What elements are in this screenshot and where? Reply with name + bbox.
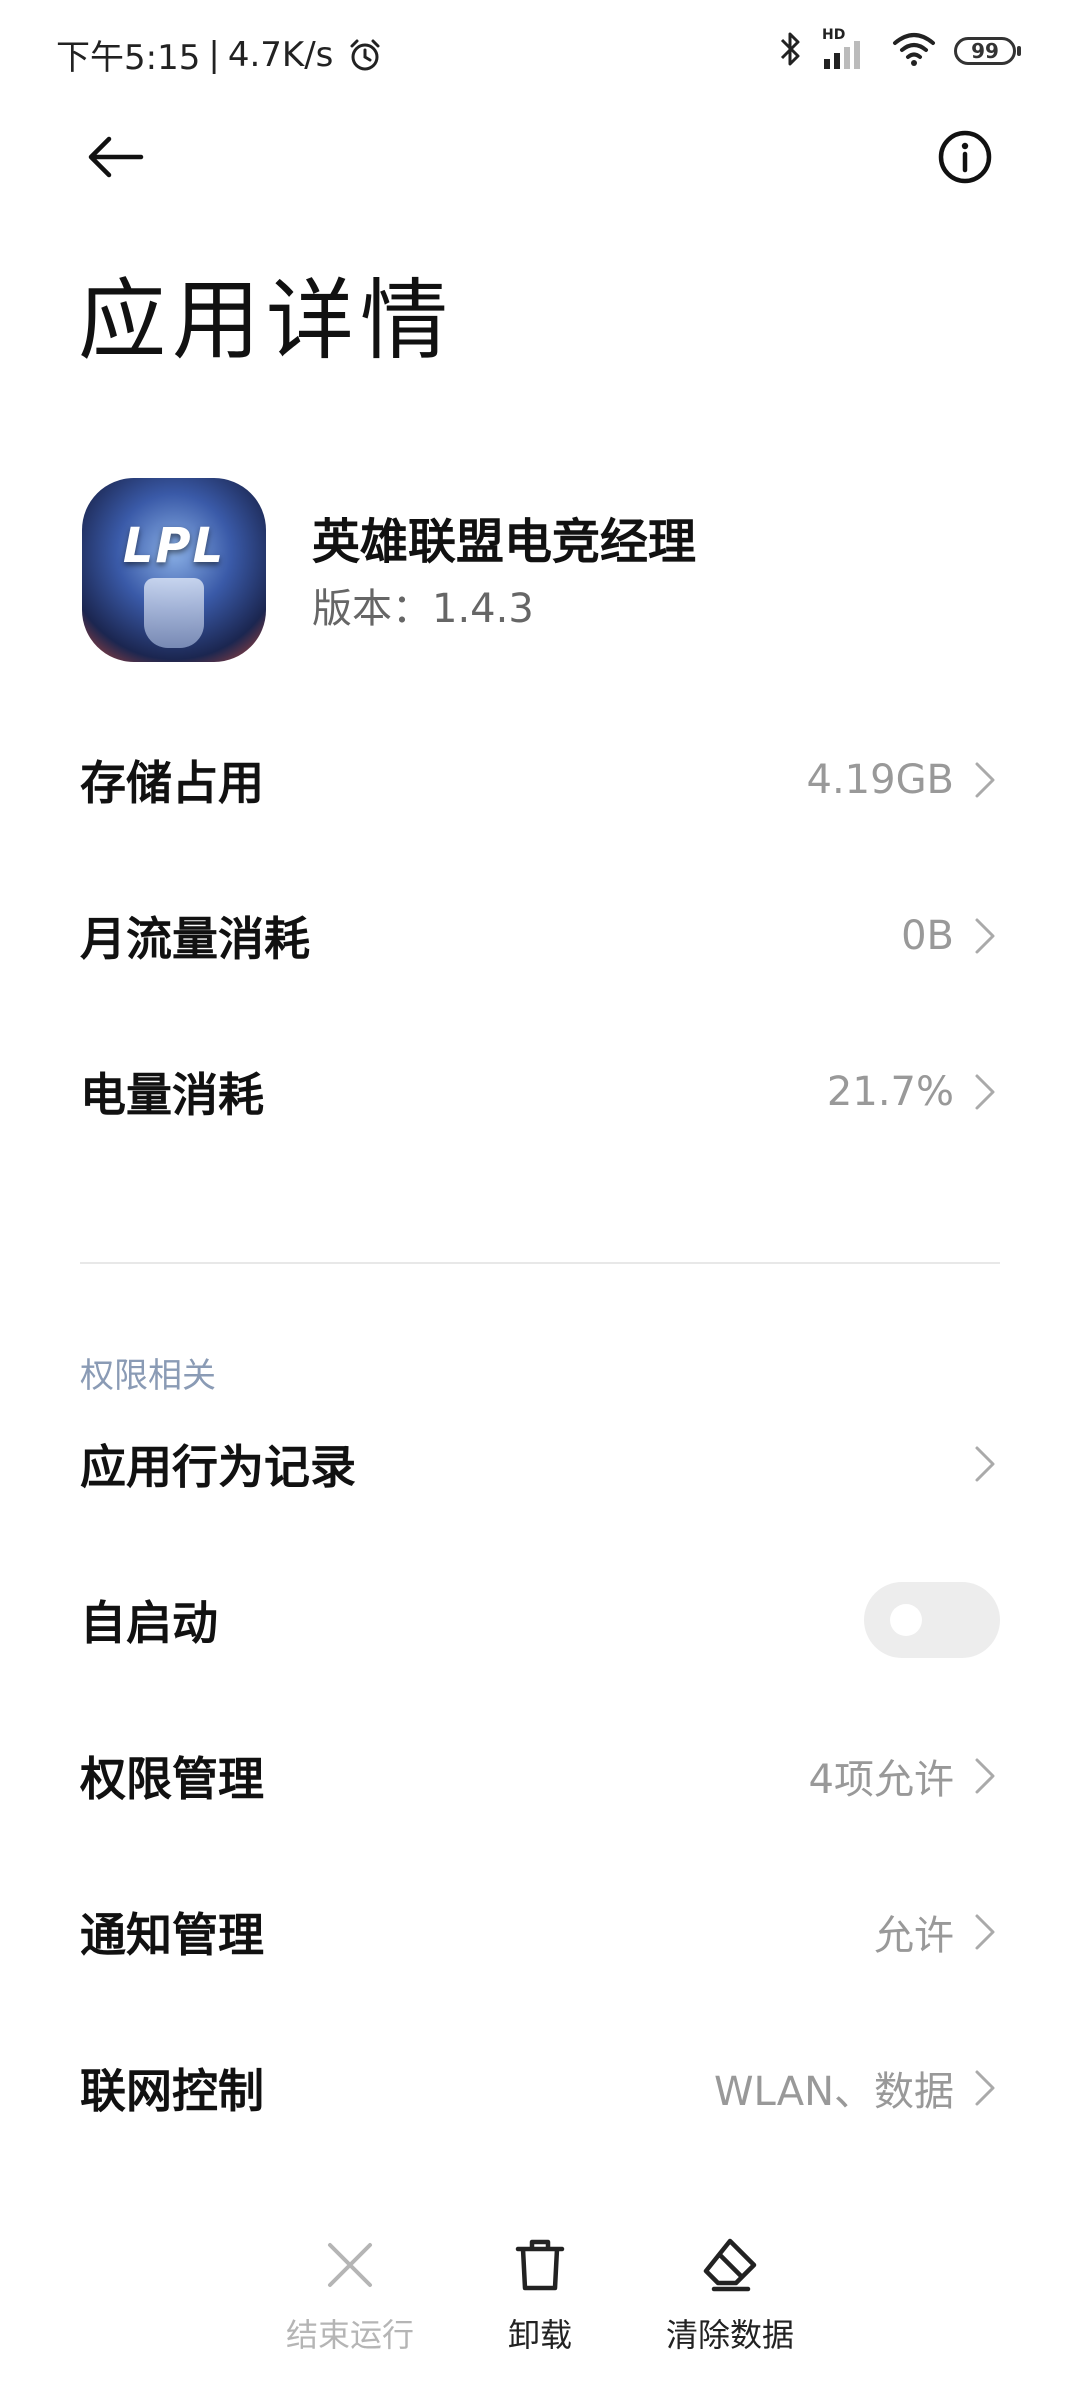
row-label: 应用行为记录 — [80, 1440, 356, 1494]
row-label: 联网控制 — [80, 2064, 264, 2118]
app-name: 英雄联盟电竞经理 — [312, 514, 697, 570]
alarm-clock-icon — [347, 37, 383, 73]
clear-data-label: 清除数据 — [665, 2316, 794, 2354]
status-right: HD 99 — [778, 27, 1021, 72]
row-label: 自启动 — [80, 1596, 218, 1650]
chevron-right-icon — [970, 760, 1000, 800]
app-behavior-log-row[interactable]: 应用行为记录 — [80, 1414, 1000, 1514]
trash-icon — [505, 2230, 575, 2300]
row-value: 允许 — [874, 1913, 954, 1959]
row-label: 存储占用 — [80, 756, 264, 810]
app-icon: LPL — [82, 478, 266, 662]
row-value: WLAN、数据 — [713, 2069, 954, 2115]
row-label: 月流量消耗 — [80, 912, 310, 966]
clear-data-button[interactable]: 清除数据 — [630, 2230, 830, 2356]
uninstall-label: 卸载 — [507, 2316, 572, 2354]
row-value: 21.7% — [826, 1069, 954, 1115]
back-button[interactable] — [80, 124, 150, 194]
chevron-right-icon — [970, 1912, 1000, 1952]
toggle-knob — [890, 1604, 922, 1636]
bluetooth-icon — [778, 30, 804, 72]
chevron-right-icon — [970, 916, 1000, 956]
row-value: 0B — [901, 913, 954, 959]
status-left: 下午5:15 | 4.7K/s — [56, 30, 383, 79]
permissions-section-header: 权限相关 — [80, 1356, 216, 1396]
chevron-right-icon — [970, 1072, 1000, 1112]
info-circle-icon — [937, 129, 993, 189]
battery-indicator: 99 — [954, 37, 1021, 65]
force-stop-label: 结束运行 — [285, 2316, 414, 2354]
status-bar: 下午5:15 | 4.7K/s HD 99 — [0, 0, 1080, 100]
row-label: 通知管理 — [80, 1908, 264, 1962]
app-icon-logo-text: LPL — [122, 518, 226, 574]
row-label: 电量消耗 — [80, 1068, 264, 1122]
autostart-row: 自启动 — [80, 1570, 1000, 1670]
force-stop-button[interactable]: 结束运行 — [250, 2230, 450, 2356]
notification-management-row[interactable]: 通知管理 允许 — [80, 1882, 1000, 1982]
eraser-icon — [695, 2230, 765, 2300]
page-title: 应用详情 — [78, 269, 455, 372]
permission-management-row[interactable]: 权限管理 4项允许 — [80, 1726, 1000, 1826]
network-control-row[interactable]: 联网控制 WLAN、数据 — [80, 2038, 1000, 2138]
close-x-icon — [315, 2230, 385, 2300]
app-info-button[interactable] — [930, 124, 1000, 194]
chevron-right-icon — [970, 1444, 1000, 1484]
cell-signal-icon: HD — [822, 27, 874, 71]
row-value: 4项允许 — [808, 1757, 954, 1803]
chevron-right-icon — [970, 1756, 1000, 1796]
battery-usage-row[interactable]: 电量消耗 21.7% — [80, 1042, 1000, 1142]
status-separator: | — [208, 34, 220, 75]
arrow-left-icon — [85, 135, 145, 183]
wifi-icon — [892, 31, 936, 71]
section-divider — [80, 1262, 1000, 1264]
bottom-action-bar: 结束运行 卸载 清除数据 — [0, 2230, 1080, 2400]
uninstall-button[interactable]: 卸载 — [440, 2230, 640, 2356]
status-net-speed: 4.7K/s — [227, 34, 334, 75]
status-time: 下午5:15 — [56, 38, 201, 78]
row-label: 权限管理 — [80, 1752, 264, 1806]
trophy-graphic — [144, 578, 204, 648]
autostart-toggle[interactable] — [864, 1582, 1000, 1658]
storage-row[interactable]: 存储占用 4.19GB — [80, 730, 1000, 830]
data-usage-row[interactable]: 月流量消耗 0B — [80, 886, 1000, 986]
app-version: 版本：1.4.3 — [312, 586, 534, 632]
chevron-right-icon — [970, 2068, 1000, 2108]
row-value: 4.19GB — [806, 757, 955, 803]
